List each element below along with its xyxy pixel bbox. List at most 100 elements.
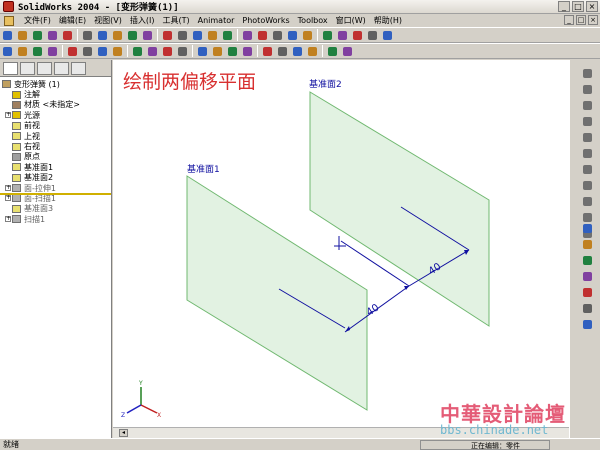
tree-item[interactable]: + 光源: [0, 110, 111, 120]
feature-tree-tab[interactable]: [3, 62, 18, 75]
pattern-button[interactable]: [276, 45, 289, 57]
shaded-button[interactable]: [351, 29, 364, 41]
doc-restore-button[interactable]: □: [576, 15, 586, 25]
save-button[interactable]: [31, 29, 44, 41]
zoom-area-button[interactable]: [241, 29, 254, 41]
doc-close-button[interactable]: ×: [588, 15, 598, 25]
doc-minimize-button[interactable]: _: [564, 15, 574, 25]
tree-expander[interactable]: +: [5, 195, 11, 202]
options-button[interactable]: [191, 29, 204, 41]
chamfer-button[interactable]: [196, 45, 209, 57]
extrude-button[interactable]: [111, 45, 124, 57]
mirror-button[interactable]: [291, 45, 304, 57]
paste-button[interactable]: [111, 29, 124, 41]
trim-button[interactable]: [581, 212, 594, 223]
perspective-button[interactable]: [366, 29, 379, 41]
zoom-button[interactable]: [256, 29, 269, 41]
view-orient-button[interactable]: [301, 29, 314, 41]
tree-item[interactable]: 注解: [0, 89, 111, 99]
menu-photoworks[interactable]: PhotoWorks: [238, 16, 293, 25]
undo-button[interactable]: [126, 29, 139, 41]
menu-toolbox[interactable]: Toolbox: [294, 16, 332, 25]
spline-button[interactable]: [66, 45, 79, 57]
draft-button[interactable]: [241, 45, 254, 57]
menu-help[interactable]: 帮助(H): [370, 15, 406, 26]
tree-item[interactable]: + 面-拉伸1: [0, 183, 111, 193]
print-button[interactable]: [46, 29, 59, 41]
tree-item[interactable]: 上视: [0, 131, 111, 141]
sweep-button[interactable]: [146, 45, 159, 57]
revolve-button[interactable]: [131, 45, 144, 57]
scroll-left-button[interactable]: ◂: [119, 429, 128, 437]
tree-item[interactable]: 基准面3: [0, 204, 111, 214]
dimension-button[interactable]: [81, 45, 94, 57]
preview-button[interactable]: [61, 29, 74, 41]
photoworks-tab[interactable]: [54, 62, 69, 75]
tree-item[interactable]: 基准面1: [0, 162, 111, 172]
plane-1-label[interactable]: 基准面1: [187, 163, 220, 175]
loft-button[interactable]: [161, 45, 174, 57]
tree-item[interactable]: 原点: [0, 152, 111, 162]
arc-button[interactable]: [46, 45, 59, 57]
spline-button[interactable]: [581, 148, 594, 159]
new-button[interactable]: [1, 29, 14, 41]
help-button[interactable]: [206, 29, 219, 41]
shell-button[interactable]: [211, 45, 224, 57]
tree-expander[interactable]: +: [5, 216, 11, 223]
layers-button[interactable]: [581, 319, 594, 330]
centerline-button[interactable]: [581, 180, 594, 191]
extrude-button[interactable]: [581, 223, 594, 234]
property-manager-tab[interactable]: [20, 62, 35, 75]
view-button[interactable]: [581, 303, 594, 314]
menu-edit[interactable]: 编辑(E): [55, 15, 90, 26]
circle-button[interactable]: [581, 116, 594, 127]
redo-button[interactable]: [141, 29, 154, 41]
minimize-button[interactable]: _: [558, 1, 570, 12]
pan-button[interactable]: [286, 29, 299, 41]
arc-button[interactable]: [581, 132, 594, 143]
tree-expander[interactable]: +: [5, 185, 11, 192]
relation-button[interactable]: [96, 45, 109, 57]
document-icon[interactable]: [4, 15, 14, 26]
menu-file[interactable]: 文件(F): [20, 15, 55, 26]
menu-view[interactable]: 视图(V): [90, 15, 126, 26]
animator-tab[interactable]: [71, 62, 86, 75]
configuration-manager-tab[interactable]: [37, 62, 52, 75]
plane-button[interactable]: [306, 45, 319, 57]
menu-animator[interactable]: Animator: [194, 16, 239, 25]
sketch-button[interactable]: [581, 68, 594, 79]
section-button[interactable]: [381, 29, 394, 41]
sum-button[interactable]: [581, 239, 594, 250]
tree-item[interactable]: + 扫描1: [0, 214, 111, 224]
graphics-area[interactable]: 40 40 基准面2 基准面1 绘制两偏移平面 Y X Z: [113, 60, 569, 427]
tree-item[interactable]: 变形弹簧 (1): [0, 79, 111, 89]
circle-button[interactable]: [31, 45, 44, 57]
copy-button[interactable]: [96, 29, 109, 41]
palette-button[interactable]: [581, 271, 594, 282]
point-button[interactable]: [581, 164, 594, 175]
close-button[interactable]: ×: [586, 1, 598, 12]
menu-window[interactable]: 窗口(W): [332, 15, 370, 26]
sketch-button[interactable]: [1, 45, 14, 57]
rebuild-button[interactable]: [176, 29, 189, 41]
rib-button[interactable]: [226, 45, 239, 57]
maximize-button[interactable]: □: [572, 1, 584, 12]
tree-item[interactable]: 前视: [0, 121, 111, 131]
fillet-button[interactable]: [176, 45, 189, 57]
hole-button[interactable]: [261, 45, 274, 57]
axis-button[interactable]: [326, 45, 339, 57]
select-button[interactable]: [161, 29, 174, 41]
line-button[interactable]: [16, 45, 29, 57]
tree-item[interactable]: 基准面2: [0, 173, 111, 183]
solidworks-app-icon[interactable]: [3, 1, 14, 12]
tree-item[interactable]: 材质 <未指定>: [0, 100, 111, 110]
tree-expander[interactable]: +: [5, 112, 11, 119]
open-button[interactable]: [16, 29, 29, 41]
rotate-button[interactable]: [271, 29, 284, 41]
cut-button[interactable]: [81, 29, 94, 41]
rollback-bar[interactable]: [0, 193, 111, 195]
color-button[interactable]: [581, 255, 594, 266]
wireframe-button[interactable]: [321, 29, 334, 41]
display-button[interactable]: [581, 287, 594, 298]
dimension-button[interactable]: [581, 196, 594, 207]
